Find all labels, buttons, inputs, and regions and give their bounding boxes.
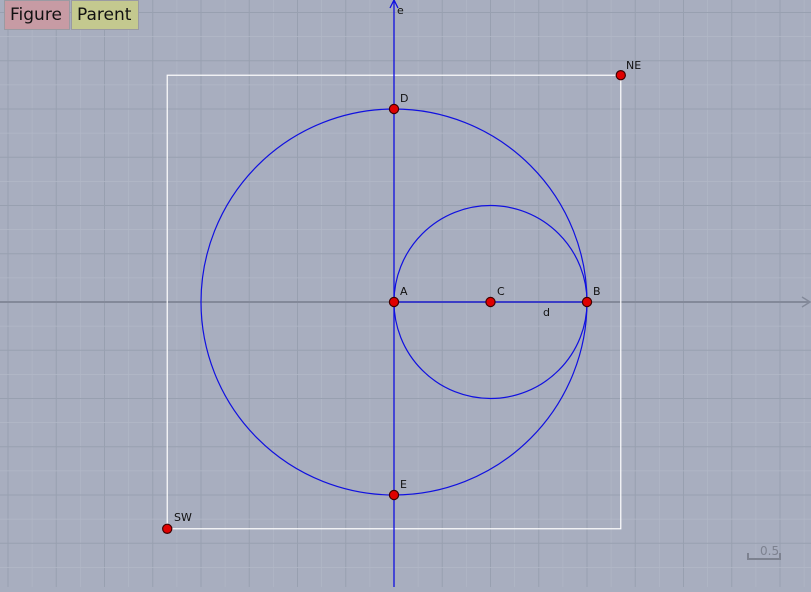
point-D[interactable] (388, 103, 400, 115)
figure-button[interactable]: Figure (4, 0, 70, 30)
point-B[interactable] (581, 296, 593, 308)
point-C[interactable] (485, 296, 496, 308)
parent-button[interactable]: Parent (71, 0, 139, 30)
point-NE[interactable] (615, 70, 626, 81)
label-C: C (497, 285, 505, 298)
point-A[interactable] (388, 296, 400, 308)
canvas[interactable]: A B C D E NE SW d e 0.5 Figure Parent (0, 0, 811, 587)
label-segment-d: d (543, 306, 550, 319)
label-NE: NE (626, 59, 641, 72)
label-SW: SW (174, 511, 192, 524)
geometry-canvas[interactable]: A B C D E NE SW d e 0.5 (0, 0, 811, 587)
label-B: B (593, 285, 601, 298)
labels: A B C D E NE SW d e (174, 4, 641, 524)
scale-bar-value: 0.5 (760, 544, 779, 558)
point-SW[interactable] (162, 523, 173, 534)
point-E[interactable] (388, 489, 400, 501)
label-A: A (400, 285, 408, 298)
label-E: E (400, 478, 407, 491)
scale-bar: 0.5 (747, 544, 781, 560)
label-D: D (400, 92, 408, 105)
label-line-e: e (397, 4, 404, 17)
